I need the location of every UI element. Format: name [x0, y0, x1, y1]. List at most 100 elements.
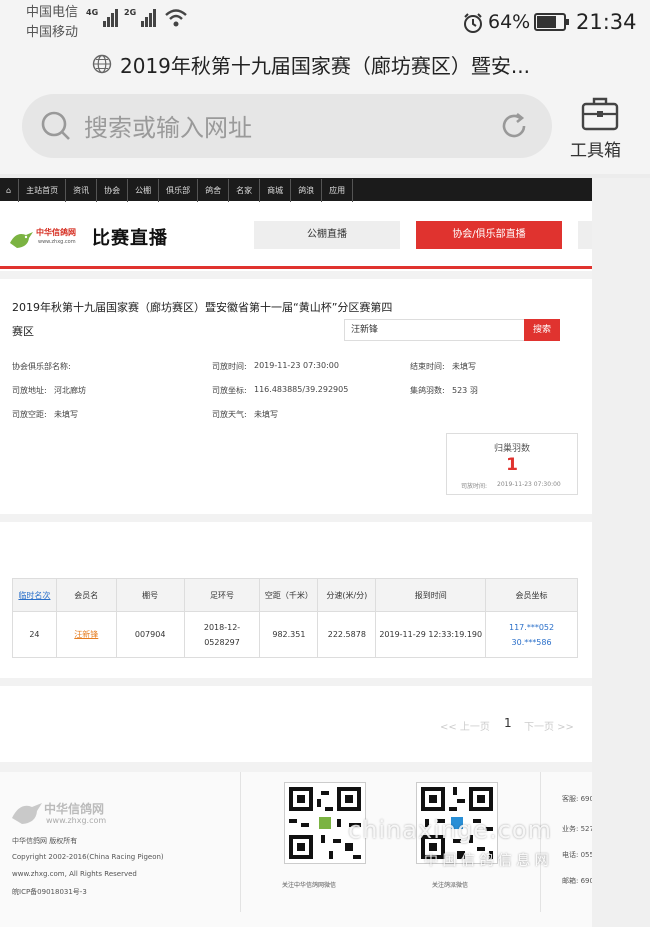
- col-coords-header: 会员坐标: [485, 578, 578, 612]
- signal-icon-1: 4G: [86, 8, 119, 27]
- nav-item-coop[interactable]: 鸽舍: [198, 179, 230, 202]
- alarm-icon: [462, 12, 484, 38]
- watermark-cn: 中 国 信 鸽 信 息 网: [424, 853, 549, 869]
- weather-label: 司放天气:: [212, 410, 247, 419]
- ring-line1: 2018-12-: [203, 622, 241, 632]
- footer-logo-text: 中华信鸽网: [44, 802, 105, 816]
- location-label: 司放地址:: [12, 386, 47, 395]
- returned-count-box: 归巢羽数 1 司放时间: 2019-11-23 07:30:00: [446, 433, 578, 495]
- status-bar: 中国电信 中国移动 4G 2G 64% 21:34: [0, 0, 650, 46]
- footer-pigeon-icon: [10, 800, 44, 830]
- nav-item-club[interactable]: 俱乐部: [159, 179, 199, 202]
- footer-copyright2: Copyright 2002-2016(China Racing Pigeon): [12, 853, 164, 861]
- coords-label: 司放坐标:: [212, 386, 247, 395]
- airspace-label: 司放空距:: [12, 410, 47, 419]
- total-birds-value: 523 羽: [452, 386, 478, 395]
- race-title-line1: 2019年秋第十九届国家赛（廊坊赛区）暨安徽省第十一届“黄山杯”分区赛第四: [12, 301, 393, 314]
- race-info-panel: 2019年秋第十九届国家赛（廊坊赛区）暨安徽省第十一届“黄山杯”分区赛第四 赛区…: [0, 279, 592, 514]
- spacer: [0, 762, 592, 772]
- tab-loft-live[interactable]: 公棚直播: [254, 221, 400, 249]
- clock: 21:34: [576, 10, 637, 34]
- page-title: 2019年秋第十九届国家赛（廊坊赛区）暨安...: [120, 54, 530, 78]
- weather-value: 未填写: [254, 410, 278, 419]
- col-ring-header: 足环号: [183, 578, 261, 612]
- member-search-input[interactable]: 汪新锋: [344, 319, 526, 341]
- pigeon-logo-icon: [8, 229, 34, 255]
- footer-icp[interactable]: 皖ICP备09018031号-3: [12, 887, 87, 897]
- toolbox-icon: [580, 94, 620, 136]
- nav-item-apps[interactable]: 应用: [322, 179, 354, 202]
- toolbox-label: 工具箱: [570, 141, 621, 161]
- carrier-1: 中国电信: [26, 5, 79, 20]
- returned-time-label: 司放时间:: [461, 483, 488, 490]
- col-rank-header[interactable]: 临时名次: [12, 578, 57, 612]
- web-page: ⌂ 主站首页 资讯 协会 公棚 俱乐部 鸽舍 名家 商城 鸽浪 应用 中华信鸽网 www.zhxg.…: [0, 178, 632, 927]
- footer-logo-url: www.zhxg.com: [46, 816, 107, 825]
- member-search-button[interactable]: 搜索: [524, 319, 560, 341]
- nav-item-mall[interactable]: 商城: [260, 179, 292, 202]
- qr2-label: 关注鸽派微信: [432, 882, 469, 889]
- globe-icon: [92, 54, 112, 78]
- end-time-value: 未填写: [452, 362, 476, 371]
- qr1-label: 关注中华信鸽网微信: [282, 882, 337, 889]
- footer-copyright3: www.zhxg.com, All Rights Reserved: [12, 870, 137, 878]
- spacer: [0, 514, 592, 522]
- nav-item-home[interactable]: 主站首页: [19, 179, 67, 202]
- coord-line1: 117.***052: [509, 622, 555, 632]
- pagination-next[interactable]: 下一页 >>: [524, 718, 574, 733]
- footer-copyright1: 中华信鸽网 版权所有: [12, 837, 78, 845]
- signal-icon-2: 2G: [124, 8, 157, 27]
- search-icon: [40, 110, 72, 146]
- release-time-label: 司放时间:: [212, 362, 247, 371]
- tab-overflow[interactable]: [578, 221, 592, 249]
- cell-member-link[interactable]: 汪新锋: [55, 611, 117, 658]
- spacer: [0, 271, 592, 279]
- col-member-header: 会员名: [55, 578, 117, 612]
- home-icon: ⌂: [0, 179, 20, 202]
- battery-percent: 64%: [488, 11, 531, 33]
- site-header: 中华信鸽网 www.zhxg.com 比赛直播 公棚直播 协会/俱乐部直播: [0, 201, 592, 271]
- refresh-icon[interactable]: [498, 110, 530, 146]
- nav-item-famous[interactable]: 名家: [229, 179, 261, 202]
- nav-item-news[interactable]: 资讯: [66, 179, 98, 202]
- header-divider: [0, 266, 592, 269]
- col-loft-header: 棚号: [115, 578, 185, 612]
- nav-item-loft[interactable]: 公棚: [128, 179, 160, 202]
- tab-club-live[interactable]: 协会/俱乐部直播: [416, 221, 562, 249]
- coord-line2: 30.***586: [511, 637, 552, 647]
- cell-distance: 982.351: [259, 611, 319, 658]
- pagination-panel: << 上一页 1 下一页 >>: [0, 686, 592, 762]
- spacer: [0, 678, 592, 686]
- site-footer: 中华信鸽网 www.zhxg.com 中华信鸽网 版权所有 Copyright …: [0, 772, 632, 927]
- club-name-label: 协会俱乐部名称:: [12, 362, 71, 371]
- results-table: 临时名次 会员名 棚号 足环号 空距（千米） 分速(米/分) 报到时间 会员坐标…: [12, 578, 578, 658]
- address-bar[interactable]: 搜索或输入网址: [22, 94, 552, 158]
- nav-item-pigeon-wave[interactable]: 鸽浪: [291, 179, 323, 202]
- returned-value: 1: [506, 455, 518, 475]
- watermark-domain: chinaxinge.com: [348, 816, 552, 844]
- wifi-icon: [164, 8, 188, 32]
- network-type-2: 2G: [124, 8, 137, 17]
- footer-divider: [240, 772, 241, 912]
- pagination-prev[interactable]: << 上一页: [440, 718, 490, 733]
- cell-coords[interactable]: 117.***052 30.***586: [485, 611, 578, 658]
- end-time-label: 结束时间:: [410, 362, 445, 371]
- page-margin: [592, 178, 650, 927]
- browser-bar: 2019年秋第十九届国家赛（廊坊赛区）暨安... 搜索或输入网址 工具箱: [0, 46, 650, 174]
- nav-item-association[interactable]: 协会: [97, 179, 129, 202]
- site-top-nav: ⌂ 主站首页 资讯 协会 公棚 俱乐部 鸽舍 名家 商城 鸽浪 应用: [0, 178, 592, 202]
- results-panel: 临时名次 会员名 棚号 足环号 空距（千米） 分速(米/分) 报到时间 会员坐标…: [0, 522, 592, 678]
- location-value: 河北廊坊: [54, 386, 86, 395]
- pagination-current[interactable]: 1: [504, 716, 512, 730]
- table-row: 24 汪新锋 007904 2018-12- 0528297 982.351 22…: [12, 611, 578, 658]
- logo-text: 中华信鸽网: [36, 228, 76, 237]
- cell-speed: 222.5878: [317, 611, 377, 658]
- cell-arrival: 2019-11-29 12:33:19.190: [375, 611, 487, 658]
- release-time-value: 2019-11-23 07:30:00: [254, 361, 339, 370]
- toolbox-button[interactable]: 工具箱: [566, 94, 636, 164]
- ring-line2: 0528297: [204, 637, 240, 647]
- race-title-line2: 赛区: [12, 325, 34, 338]
- cell-loft: 007904: [115, 611, 185, 658]
- cell-rank: 24: [12, 611, 57, 658]
- coords-value: 116.483885/39.292905: [254, 385, 349, 394]
